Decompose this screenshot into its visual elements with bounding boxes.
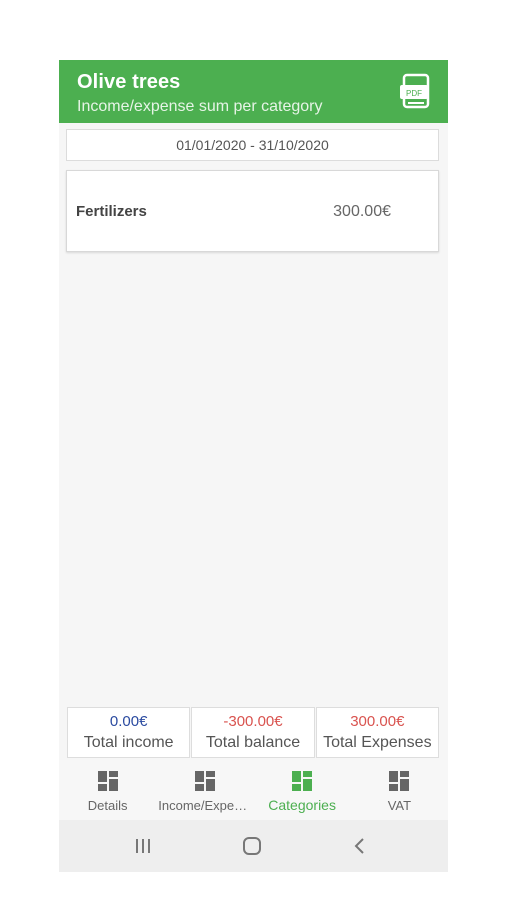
nav-label-categories: Categories bbox=[268, 797, 336, 813]
page-title: Olive trees bbox=[77, 71, 181, 93]
nav-item-vat[interactable]: VAT bbox=[351, 760, 448, 820]
recent-apps-icon[interactable] bbox=[131, 834, 155, 858]
total-income-box: 0.00€ Total income bbox=[67, 707, 191, 758]
pdf-icon-label: PDF bbox=[406, 89, 422, 98]
nav-label-details: Details bbox=[87, 798, 128, 813]
date-range-selector[interactable]: 01/01/2020 - 31/10/2020 bbox=[66, 129, 439, 161]
category-amount: 300.00€ bbox=[333, 203, 391, 220]
system-navigation-bar bbox=[59, 820, 448, 872]
totals-bar: 0.00€ Total income -300.00€ Total balanc… bbox=[67, 707, 439, 758]
category-row-fertilizers[interactable]: Fertilizers 300.00€ bbox=[66, 170, 439, 252]
nav-item-categories[interactable]: Categories bbox=[254, 760, 351, 820]
home-icon[interactable] bbox=[240, 834, 264, 858]
nav-label-vat: VAT bbox=[387, 798, 412, 813]
export-pdf-button[interactable]: PDF bbox=[399, 73, 435, 111]
pdf-icon: PDF bbox=[400, 73, 430, 109]
total-balance-box: -300.00€ Total balance bbox=[191, 707, 315, 758]
app-screen: Olive trees Income/expense sum per categ… bbox=[59, 60, 448, 872]
nav-label-income-expenses: Income/Expen... bbox=[158, 798, 253, 813]
dashboard-icon bbox=[292, 771, 313, 791]
dashboard-icon bbox=[97, 771, 118, 791]
total-expenses-box: 300.00€ Total Expenses bbox=[315, 707, 439, 758]
category-name: Fertilizers bbox=[76, 203, 147, 220]
total-expenses-label: Total Expenses bbox=[323, 734, 432, 751]
dashboard-icon bbox=[389, 771, 410, 791]
total-balance-label: Total balance bbox=[205, 734, 301, 751]
page-subtitle: Income/expense sum per category bbox=[77, 98, 323, 115]
app-bar: Olive trees Income/expense sum per categ… bbox=[59, 60, 448, 123]
nav-item-income-expenses[interactable]: Income/Expen... bbox=[156, 760, 253, 820]
back-icon[interactable] bbox=[348, 834, 372, 858]
total-income-value: 0.00€ bbox=[109, 713, 148, 730]
nav-item-details[interactable]: Details bbox=[59, 760, 156, 820]
dashboard-icon bbox=[194, 771, 215, 791]
total-expenses-value: 300.00€ bbox=[350, 713, 405, 730]
total-income-label: Total income bbox=[83, 734, 174, 751]
total-balance-value: -300.00€ bbox=[223, 713, 283, 730]
bottom-navigation: Details Income/Expen... Categories VAT bbox=[59, 760, 448, 820]
